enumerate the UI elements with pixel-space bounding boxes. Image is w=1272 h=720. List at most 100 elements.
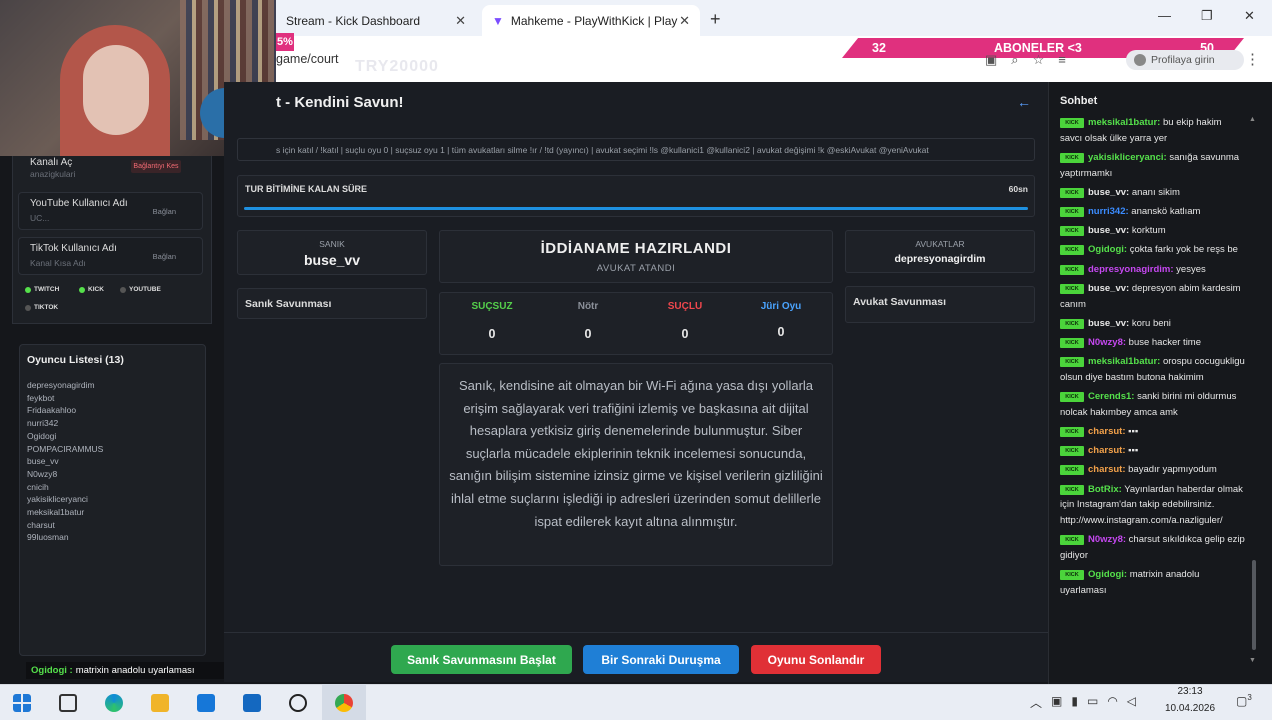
tray-app-icon[interactable]: ▣ — [1051, 694, 1062, 711]
back-arrow-icon[interactable]: ← — [1017, 94, 1031, 110]
outlook-icon[interactable] — [243, 694, 261, 712]
chat-username[interactable]: buse_vv: — [1088, 283, 1129, 294]
vote-count: 0 — [488, 327, 496, 341]
chat-text: ▪▪▪ — [1128, 425, 1139, 437]
youtube-username-field[interactable]: YouTube Kullanıcı Adı UC... Bağlan — [18, 192, 203, 230]
chat-username[interactable]: buse_vv: — [1088, 187, 1129, 198]
scroll-down-icon[interactable]: ▼ — [1249, 657, 1256, 664]
chat-username[interactable]: buse_vv: — [1088, 318, 1129, 329]
chat-username[interactable]: meksikal1batur: — [1088, 356, 1160, 367]
vote-neutral: Nötr 0 — [548, 301, 628, 341]
next-hearing-button[interactable]: Bir Sonraki Duruşma — [583, 645, 739, 674]
chat-message: KICK Cerends1: sanki birini mi oldurmus n… — [1060, 389, 1246, 420]
clock-date[interactable]: 10.04.2026 — [1162, 703, 1218, 714]
chat-text: korktum — [1131, 225, 1166, 237]
clock-time[interactable]: 23:13 — [1162, 686, 1218, 697]
task-view-icon[interactable] — [59, 694, 77, 712]
overlay-code: TRY20000 — [355, 58, 439, 75]
kick-badge-icon: KICK — [1060, 392, 1084, 403]
chrome-icon[interactable] — [335, 694, 353, 712]
chat-username[interactable]: charsut: — [1088, 464, 1125, 475]
connect-button[interactable]: Bağlan — [153, 252, 176, 261]
divider — [224, 632, 1048, 633]
tiktok-username-field[interactable]: TikTok Kullanıcı Adı Kanal Kısa Adı Bağl… — [18, 237, 203, 275]
chat-username[interactable]: nurri342: — [1088, 206, 1129, 217]
status-dot — [25, 286, 31, 293]
status-dot — [120, 286, 126, 293]
scroll-up-icon[interactable]: ▲ — [1249, 116, 1256, 123]
cast-icon[interactable]: ▣ — [985, 52, 997, 68]
zoom-icon[interactable]: ⌕ — [1011, 52, 1018, 68]
lawyer-name: depresyonagirdim — [894, 253, 986, 265]
close-icon[interactable]: ✕ — [679, 13, 690, 29]
player-item: meksikal1batur — [27, 507, 85, 518]
platform-twitch[interactable]: TWITCH — [25, 286, 59, 293]
chat-username[interactable]: Ogidogi: — [1088, 569, 1127, 580]
chat-scrollbar[interactable] — [1252, 560, 1256, 650]
player-item: charsut — [27, 519, 55, 530]
bookmark-star-icon[interactable]: ☆ — [1033, 52, 1045, 68]
browser-menu-icon[interactable]: ⋮ — [1245, 50, 1260, 68]
chat-username[interactable]: BotRix: — [1088, 484, 1122, 495]
edge-browser-icon[interactable] — [105, 694, 123, 712]
close-window-button[interactable]: ✕ — [1244, 8, 1255, 24]
chat-message: KICK charsut: ▪▪▪ — [1060, 424, 1246, 440]
status-title: İDDİANAME HAZIRLANDI — [540, 240, 732, 257]
chevron-up-icon[interactable]: ︿ — [1030, 694, 1042, 711]
tab-kick-dashboard[interactable]: Stream - Kick Dashboard ✕ — [276, 5, 476, 36]
chat-username[interactable]: depresyonagirdim: — [1088, 264, 1174, 275]
wifi-icon[interactable]: ◠ — [1107, 694, 1117, 711]
file-explorer-icon[interactable] — [151, 694, 169, 712]
chat-username[interactable]: charsut: — [1088, 426, 1125, 437]
chat-username[interactable]: N0wzy8: — [1088, 337, 1126, 348]
minimize-button[interactable]: — — [1158, 8, 1171, 23]
chat-message: KICK BotRix: Yayınlardan haberdar olmak i… — [1060, 482, 1246, 529]
kick-badge-icon: KICK — [1060, 283, 1084, 294]
chat-username[interactable]: Ogidogi: — [1088, 244, 1127, 255]
start-defense-button[interactable]: Sanık Savunmasını Başlat — [391, 645, 572, 674]
close-icon[interactable]: ✕ — [455, 13, 466, 29]
chat-username[interactable]: N0wzy8: — [1088, 534, 1126, 545]
new-tab-button[interactable]: + — [710, 9, 721, 30]
platform-tiktok[interactable]: TIKTOK — [25, 304, 58, 311]
commands-help: s için katıl / !katıl | suçlu oyu 0 | su… — [237, 138, 1035, 161]
profile-signin-button[interactable]: Profilaya girin — [1126, 50, 1244, 70]
platform-label: KICK — [88, 286, 104, 293]
connect-button[interactable]: Bağlan — [153, 207, 176, 216]
store-icon[interactable] — [197, 694, 215, 712]
obs-icon[interactable] — [289, 694, 307, 712]
volume-icon[interactable]: ◁ — [1127, 694, 1136, 711]
disconnect-button[interactable]: Bağlantıyı Kes — [131, 160, 181, 173]
windows-start-icon[interactable] — [13, 694, 31, 712]
channel-title: Kanalı Aç — [30, 157, 73, 168]
chat-text: ananskö katlıam — [1131, 206, 1201, 218]
address-bar-url[interactable]: game/court — [276, 52, 339, 66]
field-label: TikTok Kullanıcı Adı — [30, 243, 117, 254]
media-icon[interactable]: ≡ — [1058, 52, 1066, 68]
player-list: depresyonagirdim feykbot Fridaakahloo nurri… — [27, 379, 103, 544]
end-game-button[interactable]: Oyunu Sonlandır — [751, 645, 881, 674]
chat-username[interactable]: meksikal1batur: — [1088, 117, 1160, 128]
status-subtitle: AVUKAT ATANDI — [596, 263, 676, 274]
field-placeholder: UC... — [30, 213, 50, 223]
kick-badge-icon: KICK — [1060, 357, 1084, 368]
chat-username[interactable]: yakisikliceryanci: — [1088, 152, 1167, 163]
chat-username[interactable]: charsut: — [1088, 445, 1125, 456]
notification-icon[interactable]: ▢3 — [1236, 693, 1252, 708]
microphone-icon[interactable]: ▮ — [1071, 694, 1078, 711]
maximize-button[interactable]: ❐ — [1201, 8, 1213, 24]
tab-mahkeme[interactable]: ▼ Mahkeme - PlayWithKick | Play ✕ — [482, 5, 700, 36]
chat-username[interactable]: buse_vv: — [1088, 225, 1129, 236]
vote-label: SUÇLU — [667, 301, 703, 312]
player-item: depresyonagirdim — [27, 380, 95, 390]
battery-icon[interactable]: ▭ — [1087, 694, 1098, 711]
chat-messages[interactable]: KICK meksikal1batur: bu ekip hakim savcı … — [1060, 115, 1246, 667]
timer-progress-fill — [244, 207, 1028, 210]
chat-message: KICK Ogidogi: çokta farkı yok be reşs be — [1060, 242, 1246, 258]
platform-kick[interactable]: KICK — [79, 286, 104, 293]
chat-text: sanki birini mi oldurmus nolcak hakımbey… — [1060, 391, 1237, 418]
chat-message: KICK buse_vv: depresyon abim kardesim can… — [1060, 281, 1246, 312]
platform-youtube[interactable]: YOUTUBE — [120, 286, 161, 293]
player-item: 99luosman — [27, 532, 69, 543]
chat-username[interactable]: Cerends1: — [1088, 391, 1134, 402]
